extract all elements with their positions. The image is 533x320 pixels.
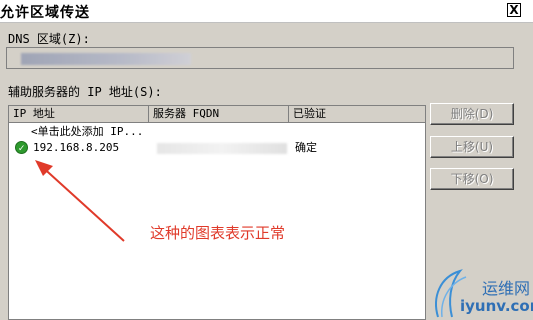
delete-button[interactable]: 删除(D) — [430, 103, 514, 125]
move-up-button[interactable]: 上移(U) — [430, 136, 514, 158]
window-title: 允许区域传送 — [0, 5, 90, 21]
watermark-logo: 运维网 iyunv.com — [430, 265, 533, 320]
annotation-arrow — [35, 160, 125, 242]
dns-zone-redacted-value — [21, 53, 191, 65]
server-list[interactable]: IP 地址 服务器 FQDN 已验证 <单击此处添加 IP... ✓ 192.1… — [8, 105, 426, 320]
watermark-line2: iyunv.com — [460, 297, 533, 315]
move-down-button[interactable]: 下移(O) — [430, 168, 514, 190]
watermark-line1: 运维网 — [482, 279, 531, 298]
close-button[interactable]: X — [507, 3, 521, 17]
annotation-text: 这种的图表表示正常 — [150, 224, 286, 242]
dns-zone-label: DNS 区域(Z): — [8, 32, 90, 46]
dns-zone-field — [6, 47, 514, 69]
secondary-servers-label: 辅助服务器的 IP 地址(S): — [8, 85, 162, 99]
title-bar: 允许区域传送 X — [0, 0, 533, 23]
